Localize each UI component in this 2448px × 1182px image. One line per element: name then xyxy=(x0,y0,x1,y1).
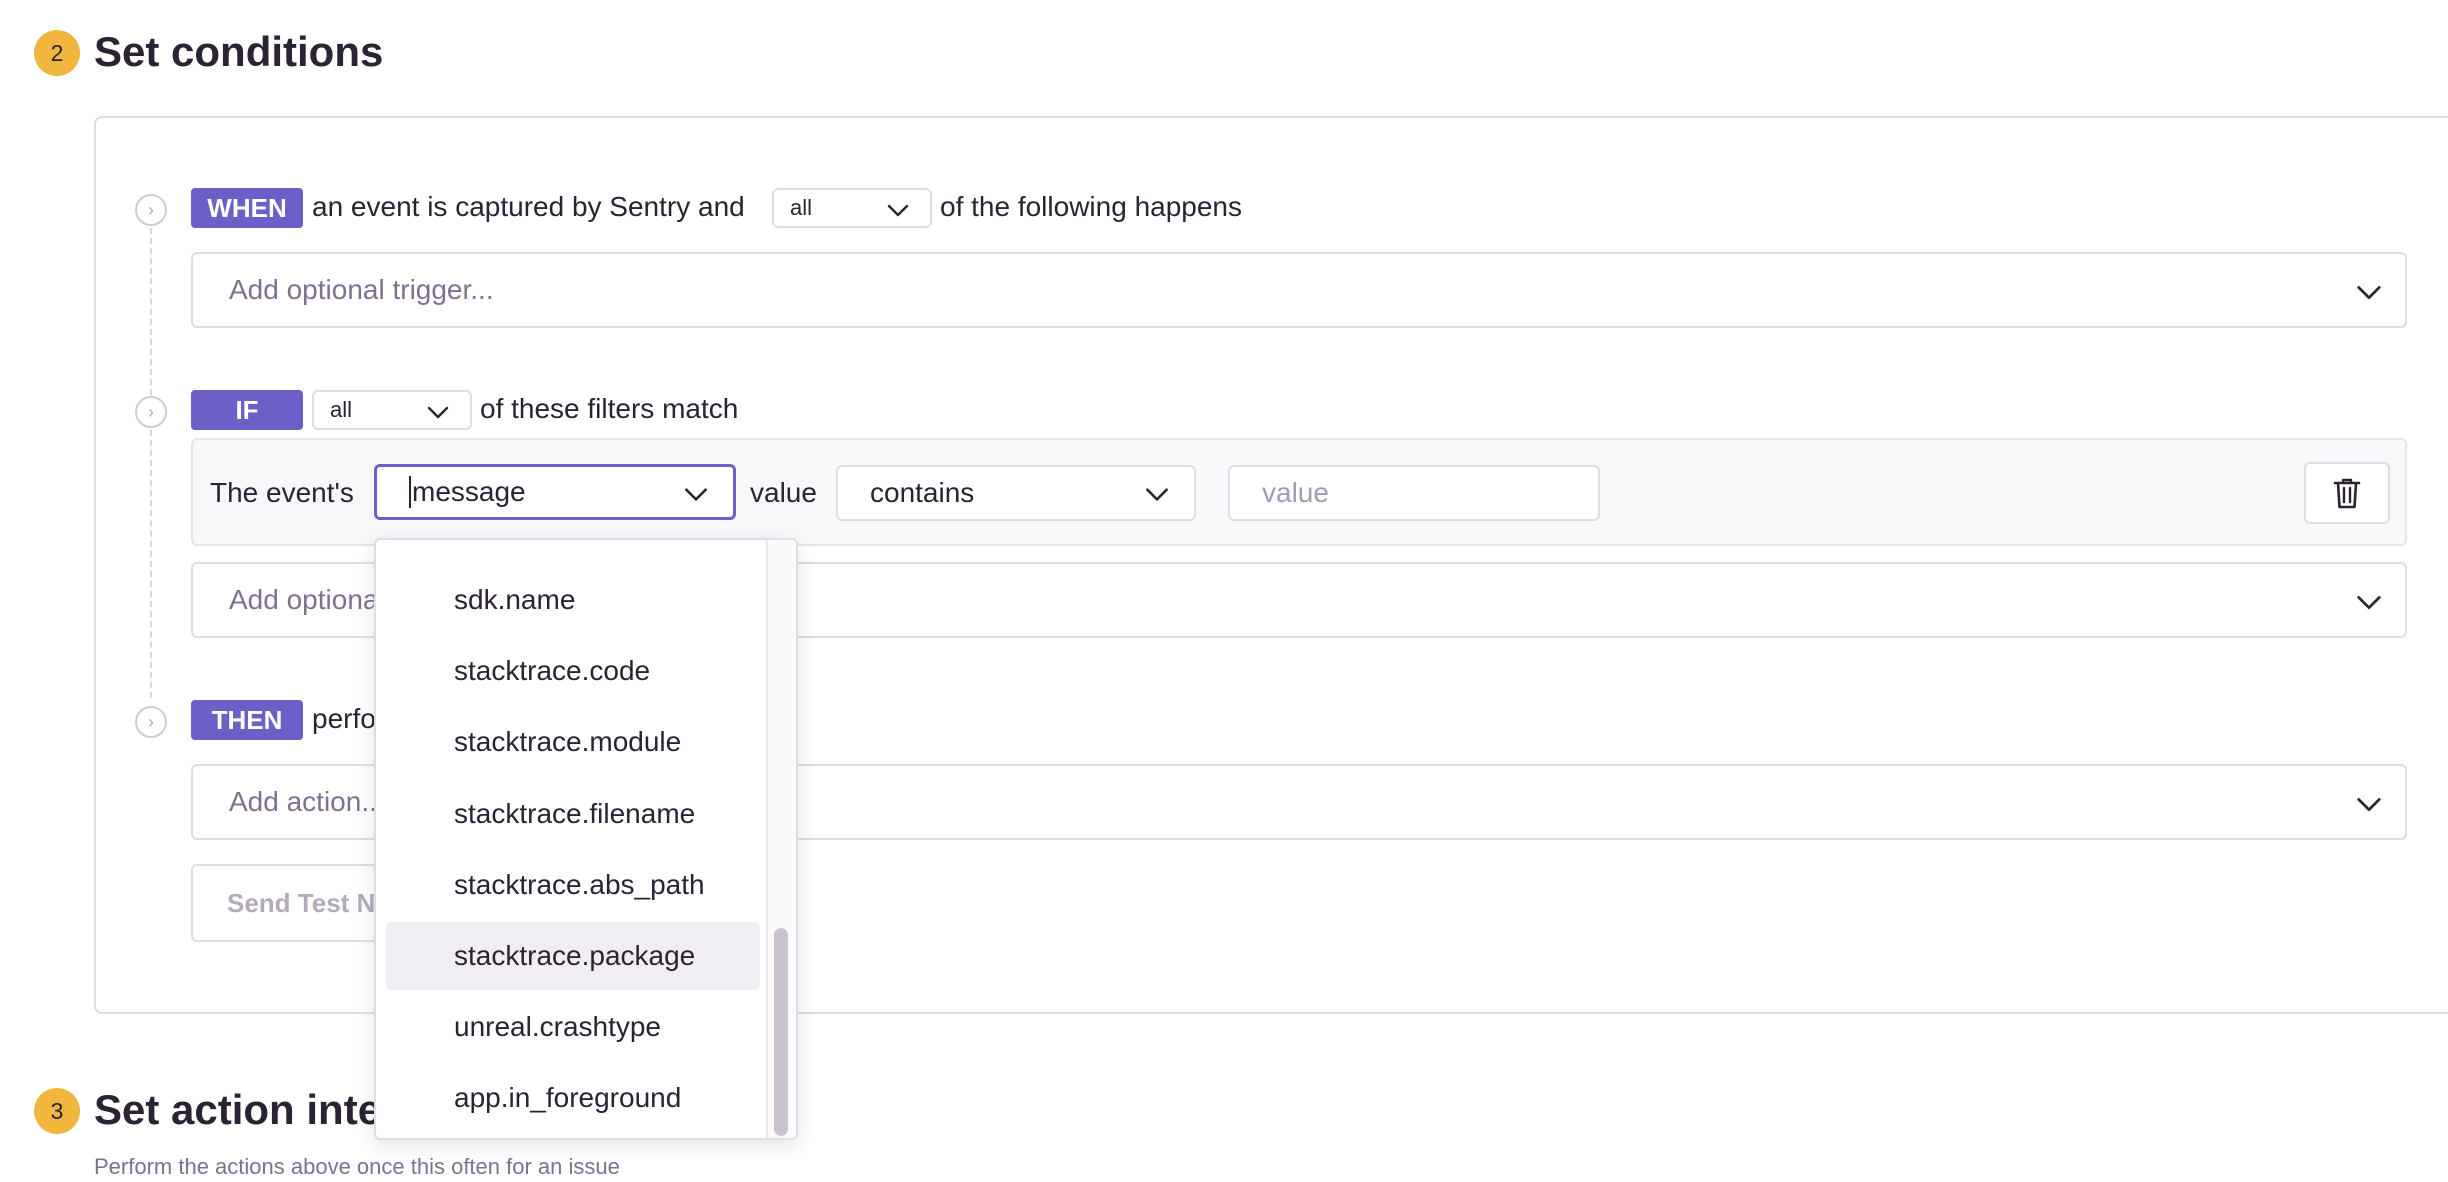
when-text-before: an event is captured by Sentry and xyxy=(312,191,745,222)
add-action-placeholder: Add action... xyxy=(229,786,385,817)
chevron-down-icon xyxy=(1146,488,1168,501)
if-text-after: of these filters match xyxy=(480,393,739,424)
dropdown-option[interactable]: unreal.crashtype xyxy=(386,993,760,1061)
value-input[interactable]: value xyxy=(1228,465,1600,521)
step-arrow-icon: › xyxy=(135,706,167,738)
filter-prefix: The event's xyxy=(210,477,354,508)
step-number-badge: 2 xyxy=(34,30,80,76)
dropdown-option-hovered[interactable]: stacktrace.package xyxy=(386,922,760,990)
alert-rule-editor: 2 Set conditions › WHEN an event is capt… xyxy=(0,0,2448,1182)
chevron-down-icon xyxy=(2357,596,2381,610)
trash-icon xyxy=(2333,478,2361,509)
operator-select[interactable]: contains xyxy=(836,465,1196,521)
dropdown-scrollbar-thumb[interactable] xyxy=(774,928,788,1136)
delete-filter-button[interactable] xyxy=(2304,462,2390,524)
when-match-value: all xyxy=(790,195,813,220)
dropdown-option[interactable]: stacktrace.code xyxy=(386,637,760,705)
when-match-select[interactable]: all xyxy=(772,188,932,228)
value-placeholder: value xyxy=(1262,477,1329,508)
dropdown-option[interactable]: stacktrace.abs_path xyxy=(386,851,760,919)
attribute-select[interactable]: message xyxy=(374,464,736,520)
chevron-down-icon xyxy=(685,488,707,501)
when-text-after: of the following happens xyxy=(940,191,1242,222)
dropdown-option[interactable]: sdk.name xyxy=(386,566,760,634)
trigger-select[interactable]: Add optional trigger... xyxy=(191,252,2407,328)
section-subtitle: Perform the actions above once this ofte… xyxy=(94,1154,620,1179)
chevron-down-icon xyxy=(887,204,909,217)
operator-value: contains xyxy=(870,477,975,508)
step-connector-line xyxy=(150,228,152,698)
value-label: value xyxy=(750,477,817,508)
step-number-badge: 3 xyxy=(34,1088,80,1134)
if-match-value: all xyxy=(330,397,353,422)
text-caret xyxy=(409,476,411,508)
attribute-dropdown-menu: sdk.name sdk.name stacktrace.code stackt… xyxy=(374,538,798,1140)
section-title: Set conditions xyxy=(94,28,384,75)
step-arrow-icon: › xyxy=(135,396,167,428)
step-arrow-icon: › xyxy=(135,194,167,226)
if-tag: IF xyxy=(191,390,303,430)
dropdown-option[interactable]: stacktrace.module xyxy=(386,708,760,776)
step-number: 3 xyxy=(50,1097,64,1124)
chevron-down-icon xyxy=(2357,798,2381,812)
dropdown-option[interactable]: sdk.name xyxy=(386,540,760,546)
chevron-down-icon xyxy=(2357,286,2381,300)
step-number: 2 xyxy=(50,39,64,66)
when-tag: WHEN xyxy=(191,188,303,228)
attribute-value: message xyxy=(412,476,526,507)
chevron-down-icon xyxy=(427,406,449,419)
dropdown-option[interactable]: stacktrace.filename xyxy=(386,780,760,848)
dropdown-option[interactable]: app.in_foreground xyxy=(386,1064,760,1132)
trigger-placeholder: Add optional trigger... xyxy=(229,274,494,305)
if-match-select[interactable]: all xyxy=(312,390,472,430)
then-tag: THEN xyxy=(191,700,303,740)
